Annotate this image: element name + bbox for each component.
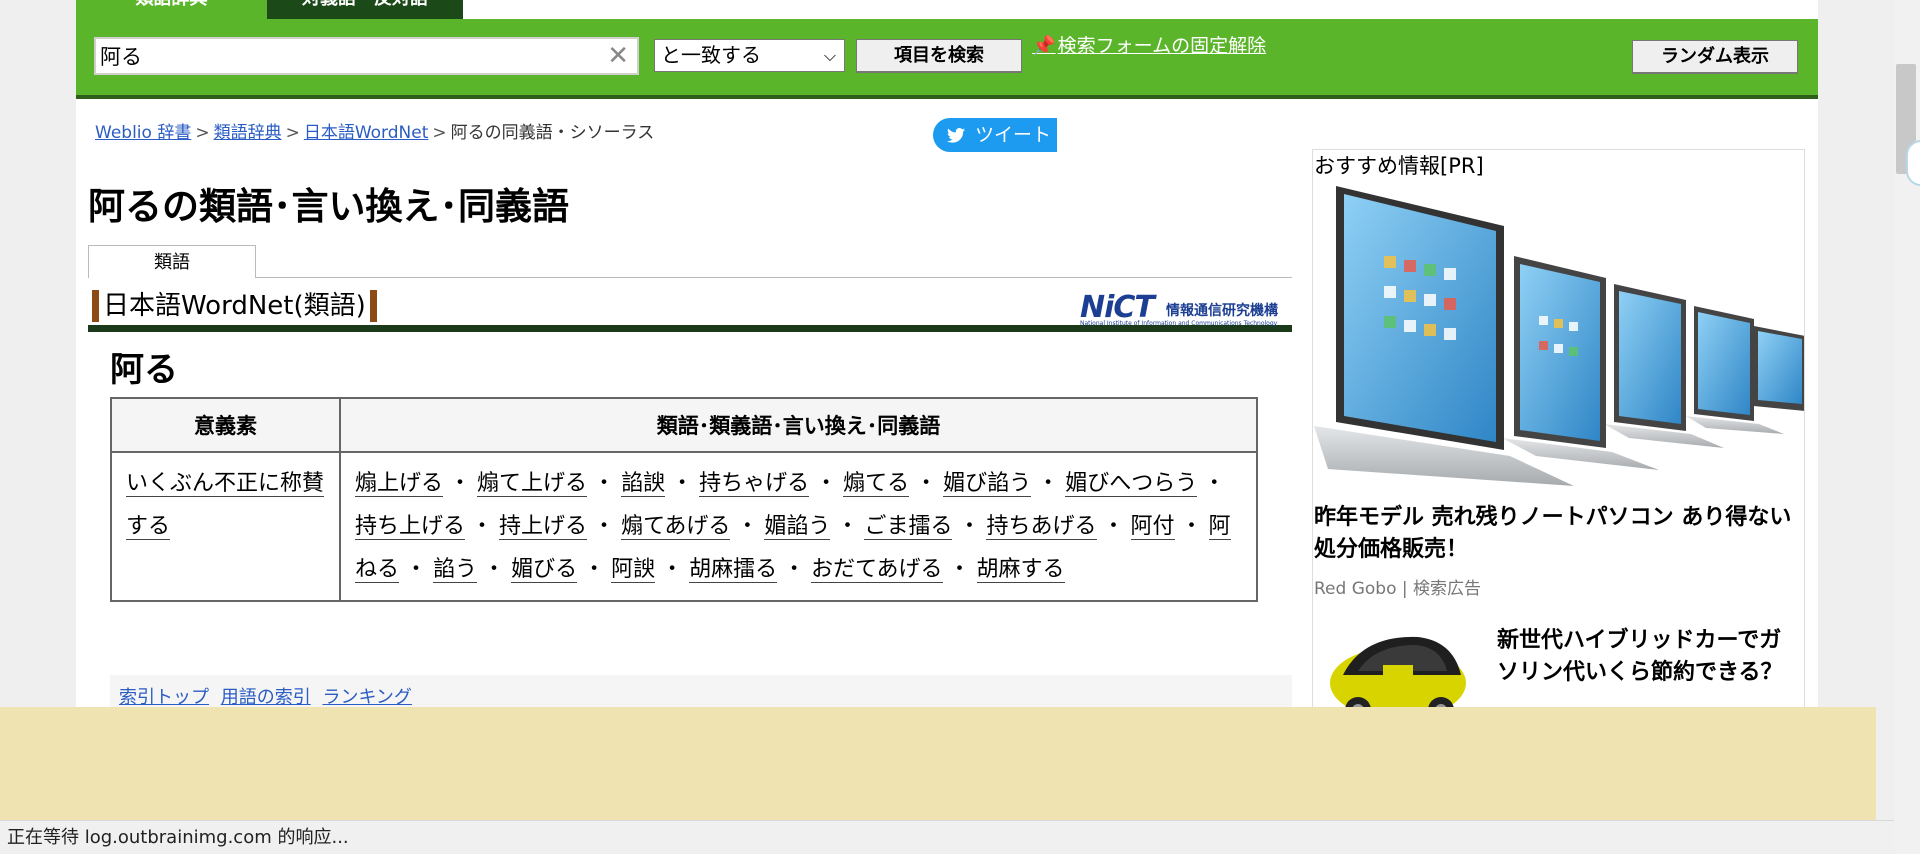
synonym-separator: ・: [1180, 514, 1203, 539]
section-title: 日本語WordNet(類語): [92, 290, 377, 322]
synonym-separator: ・: [449, 471, 472, 496]
header-sense: 意義素: [110, 397, 341, 453]
term-index-link[interactable]: 用語の索引: [221, 687, 311, 708]
synonym-link[interactable]: 阿諛: [611, 557, 656, 583]
floating-scroll-handle[interactable]: [1906, 140, 1920, 186]
synonym-link[interactable]: 媚びる: [511, 557, 578, 583]
search-button[interactable]: 項目を検索: [856, 39, 1022, 73]
laptop-ad-image[interactable]: [1314, 186, 1804, 491]
synonym-separator: ・: [593, 514, 616, 539]
synonym-separator: ・: [671, 471, 694, 496]
synonym-separator: ・: [593, 471, 616, 496]
sense-cell: いくぶん不正に称賛する: [110, 451, 341, 602]
synonym-link[interactable]: 煽上げる: [355, 471, 444, 497]
car-ad-image[interactable]: [1323, 625, 1473, 708]
breadcrumb-wordnet[interactable]: 日本語WordNet: [304, 123, 429, 143]
random-button[interactable]: ランダム表示: [1632, 40, 1798, 74]
synonym-separator: ・: [948, 557, 971, 582]
ad1-source: Red Gobo | 検索広告: [1314, 579, 1482, 599]
synonym-separator: ・: [1102, 514, 1125, 539]
synonym-separator: ・: [405, 557, 428, 582]
synonym-link[interactable]: おだてあげる: [811, 557, 943, 583]
pin-form-label: 検索フォームの固定解除: [1057, 35, 1267, 57]
pin-icon: 📌: [1032, 35, 1056, 57]
sense-link[interactable]: いくぶん不正に称賛する: [126, 471, 325, 540]
vertical-scrollbar[interactable]: [1894, 0, 1920, 854]
match-mode-select[interactable]: と一致する ⌵: [654, 39, 845, 72]
synonym-link[interactable]: 胡麻擂る: [689, 557, 778, 583]
tab-synonyms[interactable]: 類語: [88, 245, 256, 278]
tab-divider: [88, 277, 1292, 278]
synonym-link[interactable]: 胡麻する: [976, 557, 1065, 583]
synonym-separator: ・: [736, 514, 759, 539]
header-synonyms: 類語･類義語･言い換え･同義語: [339, 397, 1258, 453]
synonym-cell: 煽上げる・煽て上げる・諂諛・持ちゃげる・煽てる・媚び諂う・媚びへつらう ・持ち上げ…: [339, 451, 1258, 602]
ad1-title[interactable]: 昨年モデル 売れ残りノートパソコン あり得ない処分価格販売！: [1314, 502, 1799, 566]
synonym-link[interactable]: 持上げる: [499, 514, 588, 540]
synonym-separator: ・: [1037, 471, 1060, 496]
search-bar: ✕ と一致する ⌵ 項目を検索 📌検索フォームの固定解除 ランダム表示: [76, 19, 1818, 99]
synonym-link[interactable]: 煽てる: [843, 471, 910, 497]
table-header-row: 意義素 類語･類義語･言い換え･同義語: [110, 397, 1258, 453]
tweet-label: ツイート: [975, 124, 1052, 146]
search-box: ✕: [94, 37, 639, 75]
table-row: いくぶん不正に称賛する 煽上げる・煽て上げる・諂諛・持ちゃげる・煽てる・媚び諂う…: [110, 451, 1258, 602]
logo-jp-text: 情報通信研究機構: [1166, 303, 1278, 319]
synonym-separator: ・: [836, 514, 859, 539]
twitter-bird-icon: [947, 124, 971, 146]
match-mode-value: と一致する: [661, 43, 761, 67]
ad2-title[interactable]: 新世代ハイブリッドカーでガソリン代いくら節約できる？: [1497, 625, 1797, 689]
synonym-link[interactable]: ごま擂る: [864, 514, 953, 540]
nict-logo[interactable]: NiCT 情報通信研究機構 National Institute of Info…: [1080, 290, 1278, 327]
breadcrumb-thesaurus[interactable]: 類語辞典: [214, 123, 282, 143]
synonym-separator: ・: [815, 471, 838, 496]
breadcrumb-current: 阿るの同義語・シソーラス: [450, 123, 655, 143]
tweet-button[interactable]: ツイート: [933, 118, 1057, 152]
synonym-link[interactable]: 媚び諂う: [943, 471, 1032, 497]
synonym-separator: ・: [471, 514, 494, 539]
clear-icon[interactable]: ✕: [607, 41, 629, 71]
logo-small-text: National Institute of Information and Co…: [1080, 320, 1278, 327]
pin-form-link[interactable]: 📌 検索フォームの固定解除: [1032, 33, 1277, 59]
synonym-separator: ・: [915, 471, 938, 496]
synonym-link[interactable]: 持ち上げる: [355, 514, 466, 540]
ad-label: おすすめ情報[PR]: [1314, 154, 1484, 178]
search-input[interactable]: [96, 39, 586, 73]
synonym-link[interactable]: 媚諂う: [764, 514, 831, 540]
ad-column: おすすめ情報[PR] 昨年モデル 売れ残りノートパソコン あり得ない処分価格販売…: [1312, 149, 1805, 709]
index-bar: 索引トップ 用語の索引 ランキング: [110, 675, 1292, 711]
ranking-link[interactable]: ランキング: [322, 687, 411, 708]
synonym-separator: ・: [958, 514, 981, 539]
tab-antonyms[interactable]: 対義語・反対語: [267, 0, 463, 19]
page-title: 阿るの類語･言い換え･同義語: [88, 185, 569, 228]
status-bar: 正在等待 log.outbrainimg.com 的响应...: [0, 820, 1894, 854]
synonym-separator: ・: [483, 557, 506, 582]
tab-thesaurus[interactable]: 類語辞典: [76, 0, 267, 19]
synonym-separator: ・: [661, 557, 684, 582]
synonym-separator: ・: [583, 557, 606, 582]
synonym-link[interactable]: 諂諛: [621, 471, 666, 497]
breadcrumb: Weblio 辞書 > 類語辞典 > 日本語WordNet > 阿るの同義語・シソーラス: [95, 118, 654, 143]
breadcrumb-separator: >: [195, 123, 210, 143]
synonym-table: 意義素 類語･類義語･言い換え･同義語 いくぶん不正に称賛する 煽上げる・煽て上…: [110, 397, 1258, 602]
synonym-link[interactable]: 媚びへつらう: [1065, 471, 1198, 497]
synonym-link[interactable]: 持ちあげる: [986, 514, 1097, 540]
chevron-down-icon: ⌵: [823, 46, 836, 65]
word-heading: 阿る: [110, 350, 178, 390]
synonym-link[interactable]: 煽てあげる: [621, 514, 731, 540]
synonym-link[interactable]: 持ちゃげる: [699, 471, 810, 497]
breadcrumb-separator: >: [285, 123, 300, 143]
synonym-separator: ・: [783, 557, 806, 582]
synonym-link[interactable]: 諂う: [433, 557, 478, 583]
overlay-banner: [0, 707, 1876, 820]
synonym-link[interactable]: 阿付: [1130, 514, 1175, 540]
section-header: 日本語WordNet(類語) NiCT 情報通信研究機構 National In…: [88, 290, 1292, 332]
index-top-link[interactable]: 索引トップ: [119, 687, 209, 708]
breadcrumb-weblio[interactable]: Weblio 辞書: [95, 123, 191, 143]
synonym-link[interactable]: 煽て上げる: [477, 471, 588, 497]
synonym-separator: ・: [1203, 471, 1226, 496]
breadcrumb-separator: >: [432, 123, 447, 143]
